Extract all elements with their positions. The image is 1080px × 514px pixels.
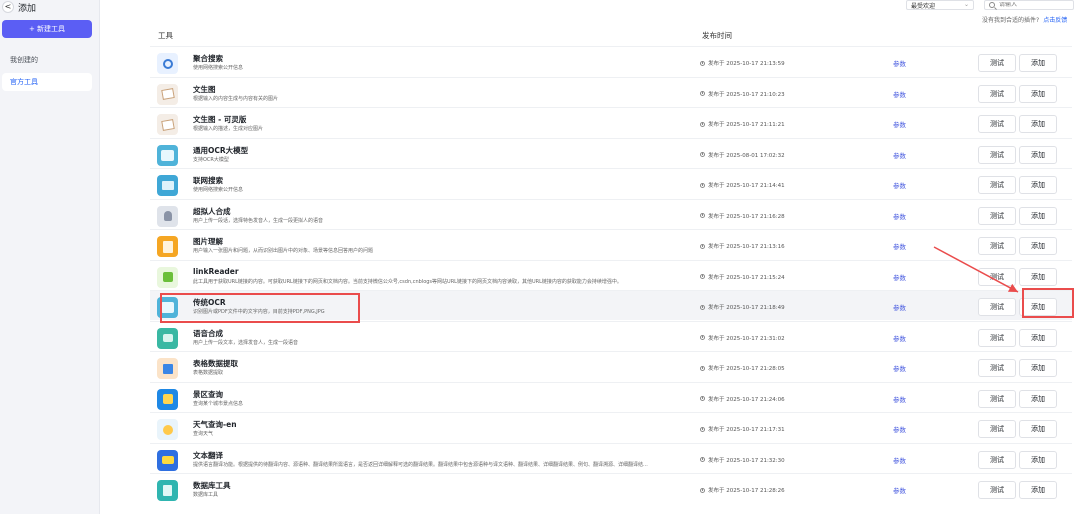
annotation-arrow	[933, 246, 1019, 293]
